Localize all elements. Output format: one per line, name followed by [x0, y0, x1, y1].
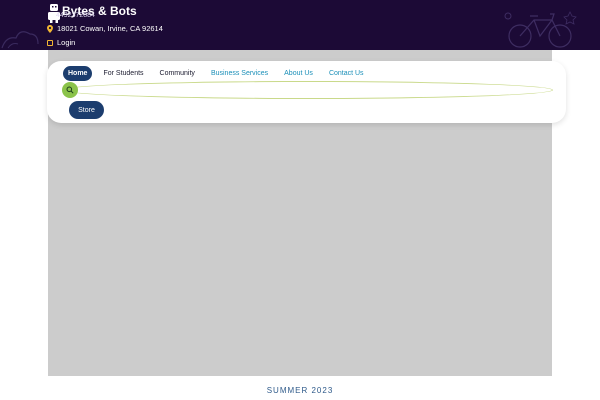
nav-item-about-us[interactable]: About Us	[279, 66, 318, 81]
search-bar	[62, 81, 553, 99]
season-label: SUMMER 2023	[266, 386, 334, 395]
top-header-bar: Bytes & Bots 4492372884 18021 Cowan, Irv…	[0, 0, 600, 50]
bicycle-decoration-icon	[504, 11, 577, 48]
address-row: 18021 Cowan, Irvine, CA 92614	[47, 24, 163, 33]
location-pin-icon	[47, 24, 53, 33]
search-input[interactable]	[62, 81, 553, 99]
nav-item-contact-us[interactable]: Contact Us	[324, 66, 369, 81]
cloud-decoration-icon	[1, 31, 39, 49]
address-text: 18021 Cowan, Irvine, CA 92614	[57, 24, 163, 33]
nav-item-community[interactable]: Community	[155, 66, 200, 81]
nav-item-home[interactable]: Home	[63, 66, 93, 81]
nav-item-business-services[interactable]: Business Services	[206, 66, 273, 81]
login-link[interactable]: Login	[47, 38, 75, 47]
main-nav: Home For Students Community Business Ser…	[63, 66, 369, 81]
login-icon	[47, 39, 53, 46]
login-label[interactable]: Login	[57, 38, 75, 47]
search-icon	[66, 86, 74, 94]
search-button[interactable]	[62, 82, 78, 98]
store-button[interactable]: Store	[69, 101, 104, 119]
phone-number[interactable]: 4492372884	[56, 12, 95, 19]
nav-item-for-students[interactable]: For Students	[98, 66, 148, 81]
main-navigation-card: Home For Students Community Business Ser…	[47, 61, 566, 123]
